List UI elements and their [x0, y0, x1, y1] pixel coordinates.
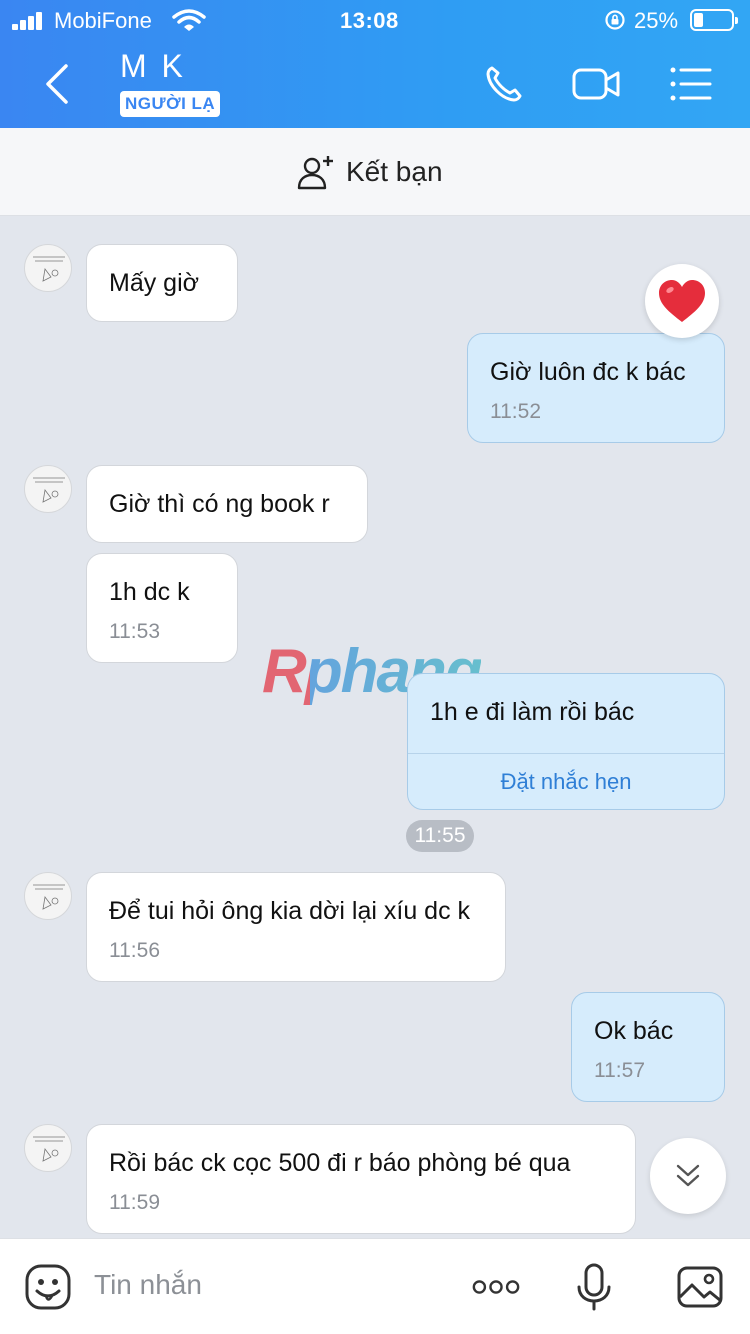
message-text: Mấy giờ	[109, 269, 200, 297]
message-bubble[interactable]: 1h e đi làm rồi bác Đặt nhắc hẹn	[407, 673, 725, 810]
stranger-badge: NGƯỜI LẠ	[120, 91, 221, 117]
message-text: Ok bác	[594, 1017, 674, 1045]
composer-bar: Tin nhắn	[0, 1238, 750, 1334]
message-bubble[interactable]: Để tui hỏi ông kia dời lại xíu dc k 11:5…	[86, 872, 506, 982]
signal-icon	[12, 12, 46, 30]
scroll-to-bottom-button[interactable]	[650, 1138, 726, 1214]
voice-call-icon[interactable]	[482, 62, 530, 106]
message-time: 11:53	[109, 620, 160, 643]
status-time: 13:08	[340, 8, 399, 33]
message-text: Để tui hỏi ông kia dời lại xíu dc k	[109, 897, 471, 925]
message-text: 1h dc k	[109, 578, 190, 606]
back-icon[interactable]	[38, 62, 78, 106]
set-reminder-link[interactable]: Đặt nhắc hẹn	[408, 753, 724, 809]
message-text: Giờ luôn đc k bác	[490, 358, 686, 386]
message-time: 11:57	[594, 1059, 645, 1082]
carrier-name: MobiFone	[54, 8, 152, 33]
heart-icon	[659, 280, 705, 322]
battery-icon	[690, 9, 738, 31]
message-bubble[interactable]: Rồi bác ck cọc 500 đi r báo phòng bé qua…	[86, 1124, 636, 1234]
video-call-icon[interactable]	[572, 62, 620, 106]
message-input[interactable]: Tin nhắn	[94, 1269, 202, 1301]
add-friend-button[interactable]: Kết bạn	[296, 152, 443, 192]
wifi-icon	[172, 9, 206, 31]
add-friend-bar[interactable]: Kết bạn	[0, 128, 750, 216]
microphone-icon[interactable]	[570, 1263, 618, 1311]
battery-percent: 25%	[634, 8, 679, 33]
double-chevron-down-icon	[676, 1164, 700, 1187]
message-time: 11:56	[109, 939, 160, 962]
heart-reaction[interactable]	[645, 264, 719, 338]
header-bar: MobiFone 13:08 25% M K NGƯỜI LẠ	[0, 0, 750, 128]
more-options-icon[interactable]	[472, 1263, 520, 1311]
avatar[interactable]	[24, 1124, 72, 1172]
message-text: 1h e đi làm rồi bác	[430, 698, 635, 726]
add-user-icon	[297, 156, 333, 190]
message-bubble[interactable]: Giờ thì có ng book r	[86, 465, 368, 543]
message-bubble[interactable]: Giờ luôn đc k bác 11:52	[467, 333, 725, 443]
contact-name[interactable]: M K	[120, 48, 186, 85]
status-bar: MobiFone 13:08 25%	[0, 0, 750, 40]
rotation-lock-icon	[605, 10, 625, 30]
avatar[interactable]	[24, 465, 72, 513]
add-friend-label: Kết bạn	[346, 156, 443, 187]
message-bubble[interactable]: Mấy giờ	[86, 244, 238, 322]
message-text: Giờ thì có ng book r	[109, 490, 330, 518]
menu-list-icon[interactable]	[668, 62, 716, 106]
emoji-sticker-icon[interactable]	[24, 1263, 72, 1311]
time-chip: 11:55	[406, 820, 474, 852]
message-bubble[interactable]: Ok bác 11:57	[571, 992, 725, 1102]
message-bubble[interactable]: 1h dc k 11:53	[86, 553, 238, 663]
message-time: 11:59	[109, 1191, 160, 1214]
message-text: Rồi bác ck cọc 500 đi r báo phòng bé qua	[109, 1149, 571, 1177]
avatar[interactable]	[24, 244, 72, 292]
message-time: 11:52	[490, 400, 541, 423]
image-gallery-icon[interactable]	[676, 1263, 724, 1311]
avatar[interactable]	[24, 872, 72, 920]
